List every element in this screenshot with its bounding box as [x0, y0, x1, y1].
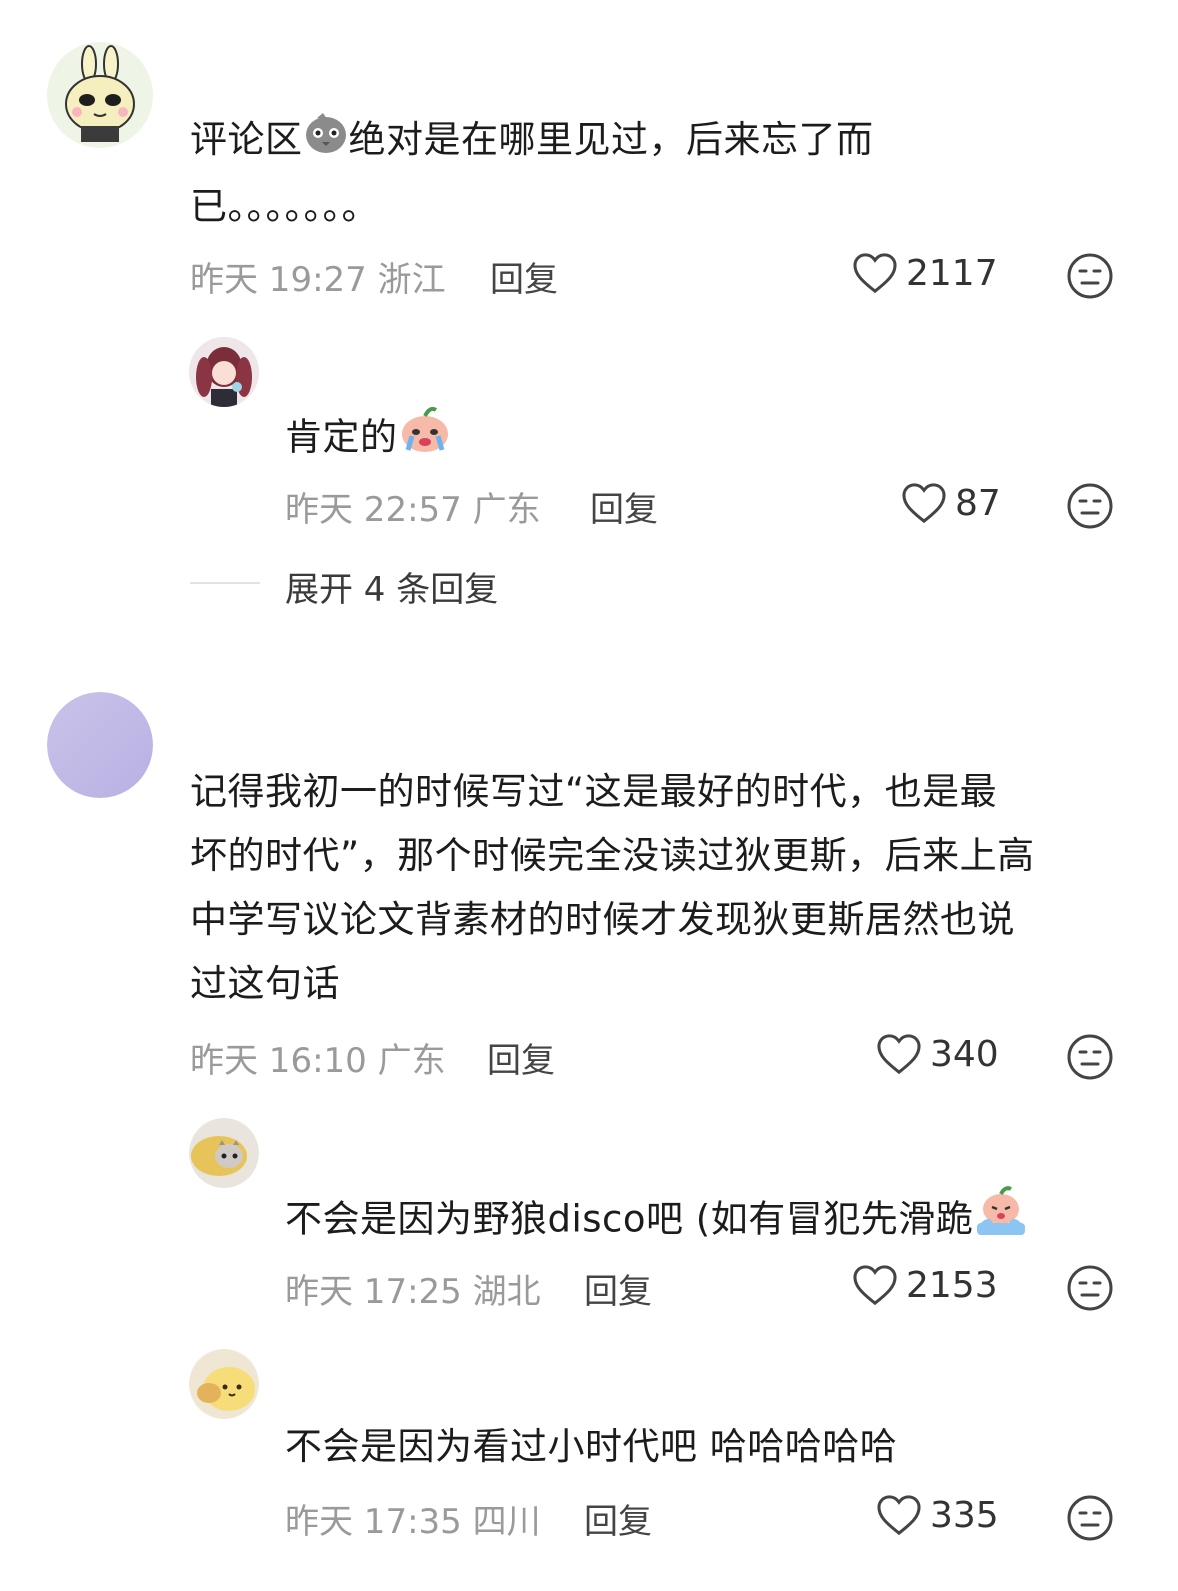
comment-line: 过这句话 — [190, 962, 340, 1005]
reply-button[interactable]: 回复 — [584, 1494, 652, 1543]
heart-icon — [853, 253, 897, 294]
like-button[interactable]: 2153 — [852, 1264, 998, 1306]
reply-avatar[interactable] — [189, 1118, 259, 1188]
neutral-face-icon — [1067, 1265, 1113, 1311]
reply-meta: 昨天 22:57 广东 — [285, 490, 541, 530]
pompompurin-avatar-icon — [189, 1349, 259, 1419]
heart-icon — [853, 1265, 897, 1306]
like-count: 87 — [955, 482, 1001, 524]
neutral-face-icon — [1067, 1034, 1113, 1080]
kneeling-peach-emoji-icon — [973, 1185, 1029, 1257]
reply-avatar[interactable] — [189, 337, 259, 407]
purple-avatar-icon — [47, 692, 153, 798]
reply-button[interactable]: 回复 — [590, 482, 658, 531]
reply-text: 肯定的 — [285, 404, 452, 474]
dislike-button[interactable] — [1066, 1494, 1114, 1542]
cat-avatar-icon — [189, 1118, 259, 1188]
heart-icon — [877, 1495, 921, 1536]
reply-meta: 昨天 17:25 湖北 — [285, 1272, 541, 1312]
comment-line: 中学写议论文背素材的时候才发现狄更斯居然也说 — [190, 898, 1015, 941]
expand-divider — [190, 582, 260, 584]
comment-meta: 昨天 16:10 广东 — [190, 1041, 446, 1081]
reply-text: 不会是因为看过小时代吧 哈哈哈哈哈 — [285, 1425, 898, 1468]
neutral-face-icon — [1067, 253, 1113, 299]
like-count: 2117 — [906, 252, 998, 294]
dislike-button[interactable] — [1066, 1033, 1114, 1081]
comment-text: 评论区 绝对是在哪里见过，后来忘了而 已。。。。。。。 — [190, 108, 1090, 239]
like-button[interactable]: 340 — [876, 1033, 999, 1075]
reply-button[interactable]: 回复 — [584, 1264, 652, 1313]
reply-button[interactable]: 回复 — [490, 252, 558, 301]
neutral-face-icon — [1067, 483, 1113, 529]
like-count: 335 — [930, 1494, 999, 1536]
crying-peach-emoji-icon — [398, 404, 452, 474]
avatar[interactable] — [47, 692, 153, 798]
heart-icon — [877, 1034, 921, 1075]
like-count: 2153 — [906, 1264, 998, 1306]
comment-line: 记得我初一的时候写过“这是最好的时代，也是最 — [190, 770, 998, 813]
rabbit-avatar-icon — [47, 42, 153, 148]
comment-line: 坏的时代”，那个时候完全没读过狄更斯，后来上高 — [190, 834, 1035, 877]
reply-meta: 昨天 17:35 四川 — [285, 1502, 541, 1542]
dislike-button[interactable] — [1066, 482, 1114, 530]
comment-text: 记得我初一的时候写过“这是最好的时代，也是最 坏的时代”，那个时候完全没读过狄更… — [190, 760, 1150, 1016]
reply-avatar[interactable] — [189, 1349, 259, 1419]
like-button[interactable]: 87 — [901, 482, 1001, 524]
like-button[interactable]: 2117 — [852, 252, 998, 294]
dislike-button[interactable] — [1066, 1264, 1114, 1312]
comment-meta: 昨天 19:27 浙江 — [190, 260, 446, 300]
pigeon-emoji-icon — [303, 109, 349, 175]
anime-girl-avatar-icon — [189, 337, 259, 407]
heart-icon — [902, 483, 946, 524]
neutral-face-icon — [1067, 1495, 1113, 1541]
like-count: 340 — [930, 1033, 999, 1075]
dislike-button[interactable] — [1066, 252, 1114, 300]
avatar[interactable] — [47, 42, 153, 148]
reply-text: 不会是因为野狼disco吧 (如有冒犯先滑跪 — [285, 1185, 1029, 1257]
expand-replies-button[interactable]: 展开 4 条回复 — [285, 562, 498, 611]
reply-button[interactable]: 回复 — [487, 1033, 555, 1082]
like-button[interactable]: 335 — [876, 1494, 999, 1536]
